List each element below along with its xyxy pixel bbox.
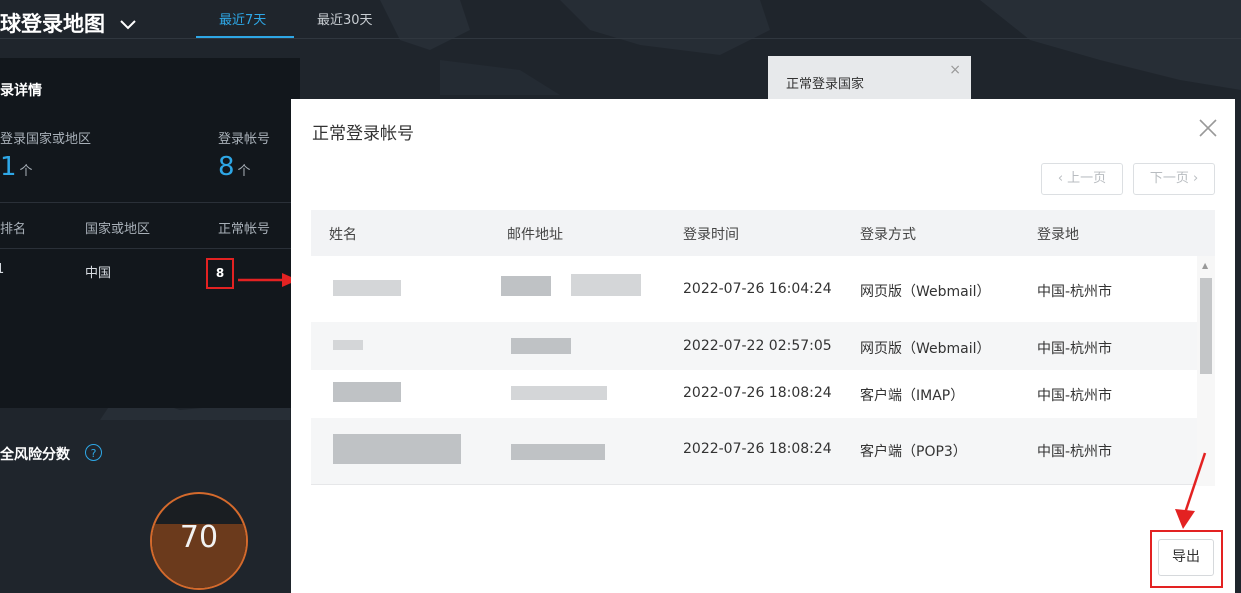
details-header-divider bbox=[0, 248, 300, 249]
login-method: 客户端（POP3） bbox=[860, 444, 967, 460]
details-title: 录详情 bbox=[0, 83, 42, 99]
table-row[interactable]: 2022-07-26 18:08:24 客户端（IMAP） 中国-杭州市 bbox=[311, 370, 1199, 418]
export-button[interactable]: 导出 bbox=[1158, 539, 1214, 576]
scrollbar-thumb[interactable] bbox=[1200, 278, 1212, 374]
login-time: 2022-07-26 18:08:24 bbox=[683, 385, 832, 401]
tooltip-text: 正常登录国家 bbox=[786, 77, 865, 92]
annotation-arrow-down-icon bbox=[1175, 452, 1207, 529]
column-name: 姓名 bbox=[329, 227, 357, 243]
dialog-title: 正常登录帐号 bbox=[312, 124, 414, 144]
next-page-button[interactable]: 下一页 › bbox=[1133, 163, 1215, 195]
column-email: 邮件地址 bbox=[507, 227, 563, 243]
login-time: 2022-07-26 18:08:24 bbox=[683, 441, 832, 457]
countries-count: 1个 bbox=[0, 152, 33, 182]
column-login-location: 登录地 bbox=[1037, 227, 1079, 243]
normal-accounts-link[interactable]: 8 bbox=[206, 258, 234, 289]
table-row[interactable]: 2022-07-22 02:57:05 网页版（Webmail） 中国-杭州市 bbox=[311, 322, 1199, 370]
login-time: 2022-07-22 02:57:05 bbox=[683, 338, 832, 354]
redacted-name bbox=[333, 280, 401, 296]
redacted-email bbox=[511, 444, 605, 460]
login-location: 中国-杭州市 bbox=[1037, 284, 1113, 300]
row-rank: 1 bbox=[0, 262, 5, 277]
login-location: 中国-杭州市 bbox=[1037, 341, 1113, 357]
redacted-email bbox=[511, 338, 571, 354]
help-icon[interactable]: ? bbox=[85, 444, 102, 461]
login-location: 中国-杭州市 bbox=[1037, 444, 1113, 460]
row-country: 中国 bbox=[85, 266, 112, 281]
normal-accounts-dialog: 正常登录帐号 ‹ 上一页 下一页 › 姓名 邮件地址 登录时间 登录方式 登录地… bbox=[291, 99, 1235, 593]
risk-score-title: 全风险分数 bbox=[0, 447, 70, 463]
login-method: 网页版（Webmail） bbox=[860, 341, 991, 357]
redacted-name bbox=[333, 340, 363, 350]
scroll-up-icon[interactable]: ▲ bbox=[1202, 261, 1208, 270]
login-location: 中国-杭州市 bbox=[1037, 388, 1113, 404]
details-divider bbox=[0, 202, 300, 203]
table-bottom-border bbox=[311, 484, 1199, 485]
login-method: 客户端（IMAP） bbox=[860, 388, 965, 404]
map-tooltip: 正常登录国家 × bbox=[768, 56, 971, 102]
table-row[interactable]: 2022-07-26 16:04:24 网页版（Webmail） 中国-杭州市 bbox=[311, 256, 1199, 322]
redacted-name bbox=[333, 382, 401, 402]
countries-label: 登录国家或地区 bbox=[0, 132, 92, 147]
redacted-name bbox=[333, 434, 461, 464]
column-normal-accounts: 正常帐号 bbox=[218, 222, 271, 237]
header-divider bbox=[0, 38, 1241, 39]
login-time: 2022-07-26 16:04:24 bbox=[683, 281, 832, 297]
annotation-arrow-right-icon bbox=[238, 273, 298, 287]
column-country: 国家或地区 bbox=[85, 222, 151, 237]
risk-score-value: 70 bbox=[179, 520, 219, 555]
column-login-method: 登录方式 bbox=[860, 227, 916, 243]
chevron-down-icon bbox=[120, 20, 137, 30]
redacted-email bbox=[501, 276, 551, 296]
table-row[interactable]: 2022-07-26 18:08:24 客户端（POP3） 中国-杭州市 bbox=[311, 418, 1199, 484]
tooltip-close-icon[interactable]: × bbox=[949, 62, 961, 78]
tab-last-30-days[interactable]: 最近30天 bbox=[317, 9, 373, 28]
redacted-email-part bbox=[571, 274, 641, 296]
tab-last-7-days[interactable]: 最近7天 bbox=[219, 9, 266, 28]
accounts-label: 登录帐号 bbox=[218, 132, 271, 147]
page-title[interactable]: 球登录地图 bbox=[0, 8, 137, 38]
close-icon[interactable] bbox=[1197, 117, 1219, 139]
table-header: 姓名 邮件地址 登录时间 登录方式 登录地 bbox=[311, 210, 1215, 256]
risk-score-gauge: 70 bbox=[150, 492, 248, 590]
redacted-email bbox=[511, 386, 607, 400]
accounts-count: 8个 bbox=[218, 152, 251, 182]
prev-page-button[interactable]: ‹ 上一页 bbox=[1041, 163, 1123, 195]
column-login-time: 登录时间 bbox=[683, 227, 739, 243]
login-method: 网页版（Webmail） bbox=[860, 284, 991, 300]
column-rank: 排名 bbox=[0, 222, 27, 237]
